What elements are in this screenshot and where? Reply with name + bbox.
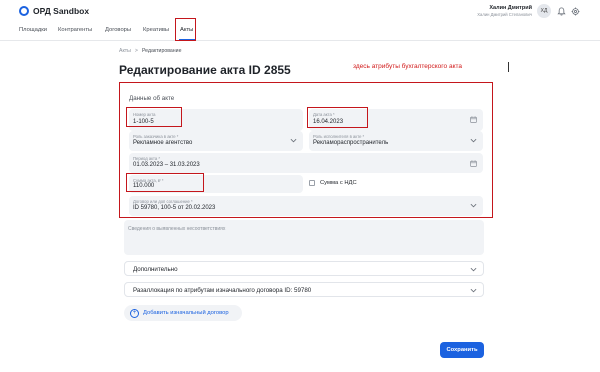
additional-section-toggle[interactable]: Дополнительно [124, 261, 484, 276]
text-cursor [508, 62, 509, 72]
logo-text: ОРД Sandbox [33, 6, 90, 16]
breadcrumb-current: Редактирование [141, 48, 182, 54]
breadcrumb-separator: > [134, 48, 138, 54]
vat-checkbox[interactable] [309, 180, 315, 186]
app-header: ОРД Sandbox Халин Дмитрий Халин Дмитрий … [0, 0, 600, 22]
gear-icon[interactable] [570, 6, 580, 16]
contract-value: ID 59780, 100-5 от 20.02.2023 [133, 205, 216, 211]
period-value: 01.03.2023 – 31.03.2023 [133, 162, 200, 168]
discrepancies-placeholder: Сведения о выявленных несоответствиях [128, 226, 226, 232]
chevron-down-icon [470, 203, 477, 208]
chevron-down-icon [470, 138, 477, 143]
performer-role-select[interactable]: Роль исполнителя в акте * Рекламораспрос… [309, 131, 483, 151]
chevron-down-icon [470, 265, 477, 272]
calendar-icon[interactable] [470, 160, 477, 167]
add-original-contract-label: Добавить изначальный договор [143, 310, 229, 316]
contract-label: Договор или доп соглашение * [133, 199, 193, 204]
period-field[interactable]: Период акта * 01.03.2023 – 31.03.2023 [129, 153, 483, 173]
plus-icon: + [130, 308, 139, 318]
highlight-box-act-date [307, 107, 368, 128]
customer-role-select[interactable]: Роль заказчика в акте * Рекламное агентс… [129, 131, 303, 151]
nav-item-contracts[interactable]: Договоры [105, 27, 131, 33]
user-name: Халин Дмитрий [489, 5, 532, 11]
add-original-contract-button[interactable]: + Добавить изначальный договор [124, 305, 242, 321]
period-label: Период акта * [133, 156, 161, 161]
user-info[interactable]: Халин Дмитрий Халин Дмитрий Степанович [477, 5, 532, 17]
nav-item-counterparties[interactable]: Контрагенты [58, 27, 92, 33]
discrepancies-textarea[interactable]: Сведения о выявленных несоответствиях [124, 220, 484, 255]
breadcrumb: Акты > Редактирование [119, 48, 181, 54]
performer-role-value: Рекламораспространитель [313, 140, 389, 146]
logo-icon [19, 6, 29, 16]
section-title-act-data: Данные об акте [129, 95, 175, 102]
customer-role-value: Рекламное агентство [133, 140, 193, 146]
page-title: Редактирование акта ID 2855 [119, 63, 291, 77]
nav-item-platforms[interactable]: Площадки [19, 27, 47, 33]
contract-select[interactable]: Договор или доп соглашение * ID 59780, 1… [129, 196, 483, 216]
bell-icon[interactable] [556, 6, 566, 16]
highlight-box-acts-tab [175, 18, 196, 41]
chevron-down-icon [470, 286, 477, 293]
highlight-box-act-number [126, 107, 182, 127]
customer-role-label: Роль заказчика в акте * [133, 134, 179, 139]
avatar[interactable]: ХД [537, 4, 551, 18]
calendar-icon[interactable] [470, 116, 477, 123]
breadcrumb-root[interactable]: Акты [119, 48, 131, 54]
highlight-box-amount [126, 173, 204, 192]
annotation-note: здесь атрибуты бухгалтерского акта [353, 63, 462, 70]
user-full-name: Халин Дмитрий Степанович [477, 12, 532, 17]
save-button[interactable]: Сохранить [440, 342, 484, 358]
nav-item-creatives[interactable]: Креативы [143, 27, 169, 33]
chevron-down-icon [290, 138, 297, 143]
main-nav: Площадки Контрагенты Договоры Креативы А… [0, 22, 600, 41]
vat-checkbox-label: Сумма с НДС [320, 180, 357, 186]
logo[interactable]: ОРД Sandbox [19, 6, 89, 16]
relocation-section-toggle[interactable]: Разаллокация по атрибутам изначального д… [124, 282, 484, 297]
relocation-section-label: Разаллокация по атрибутам изначального д… [133, 287, 312, 294]
additional-section-label: Дополнительно [133, 266, 178, 273]
performer-role-label: Роль исполнителя в акте * [313, 134, 365, 139]
